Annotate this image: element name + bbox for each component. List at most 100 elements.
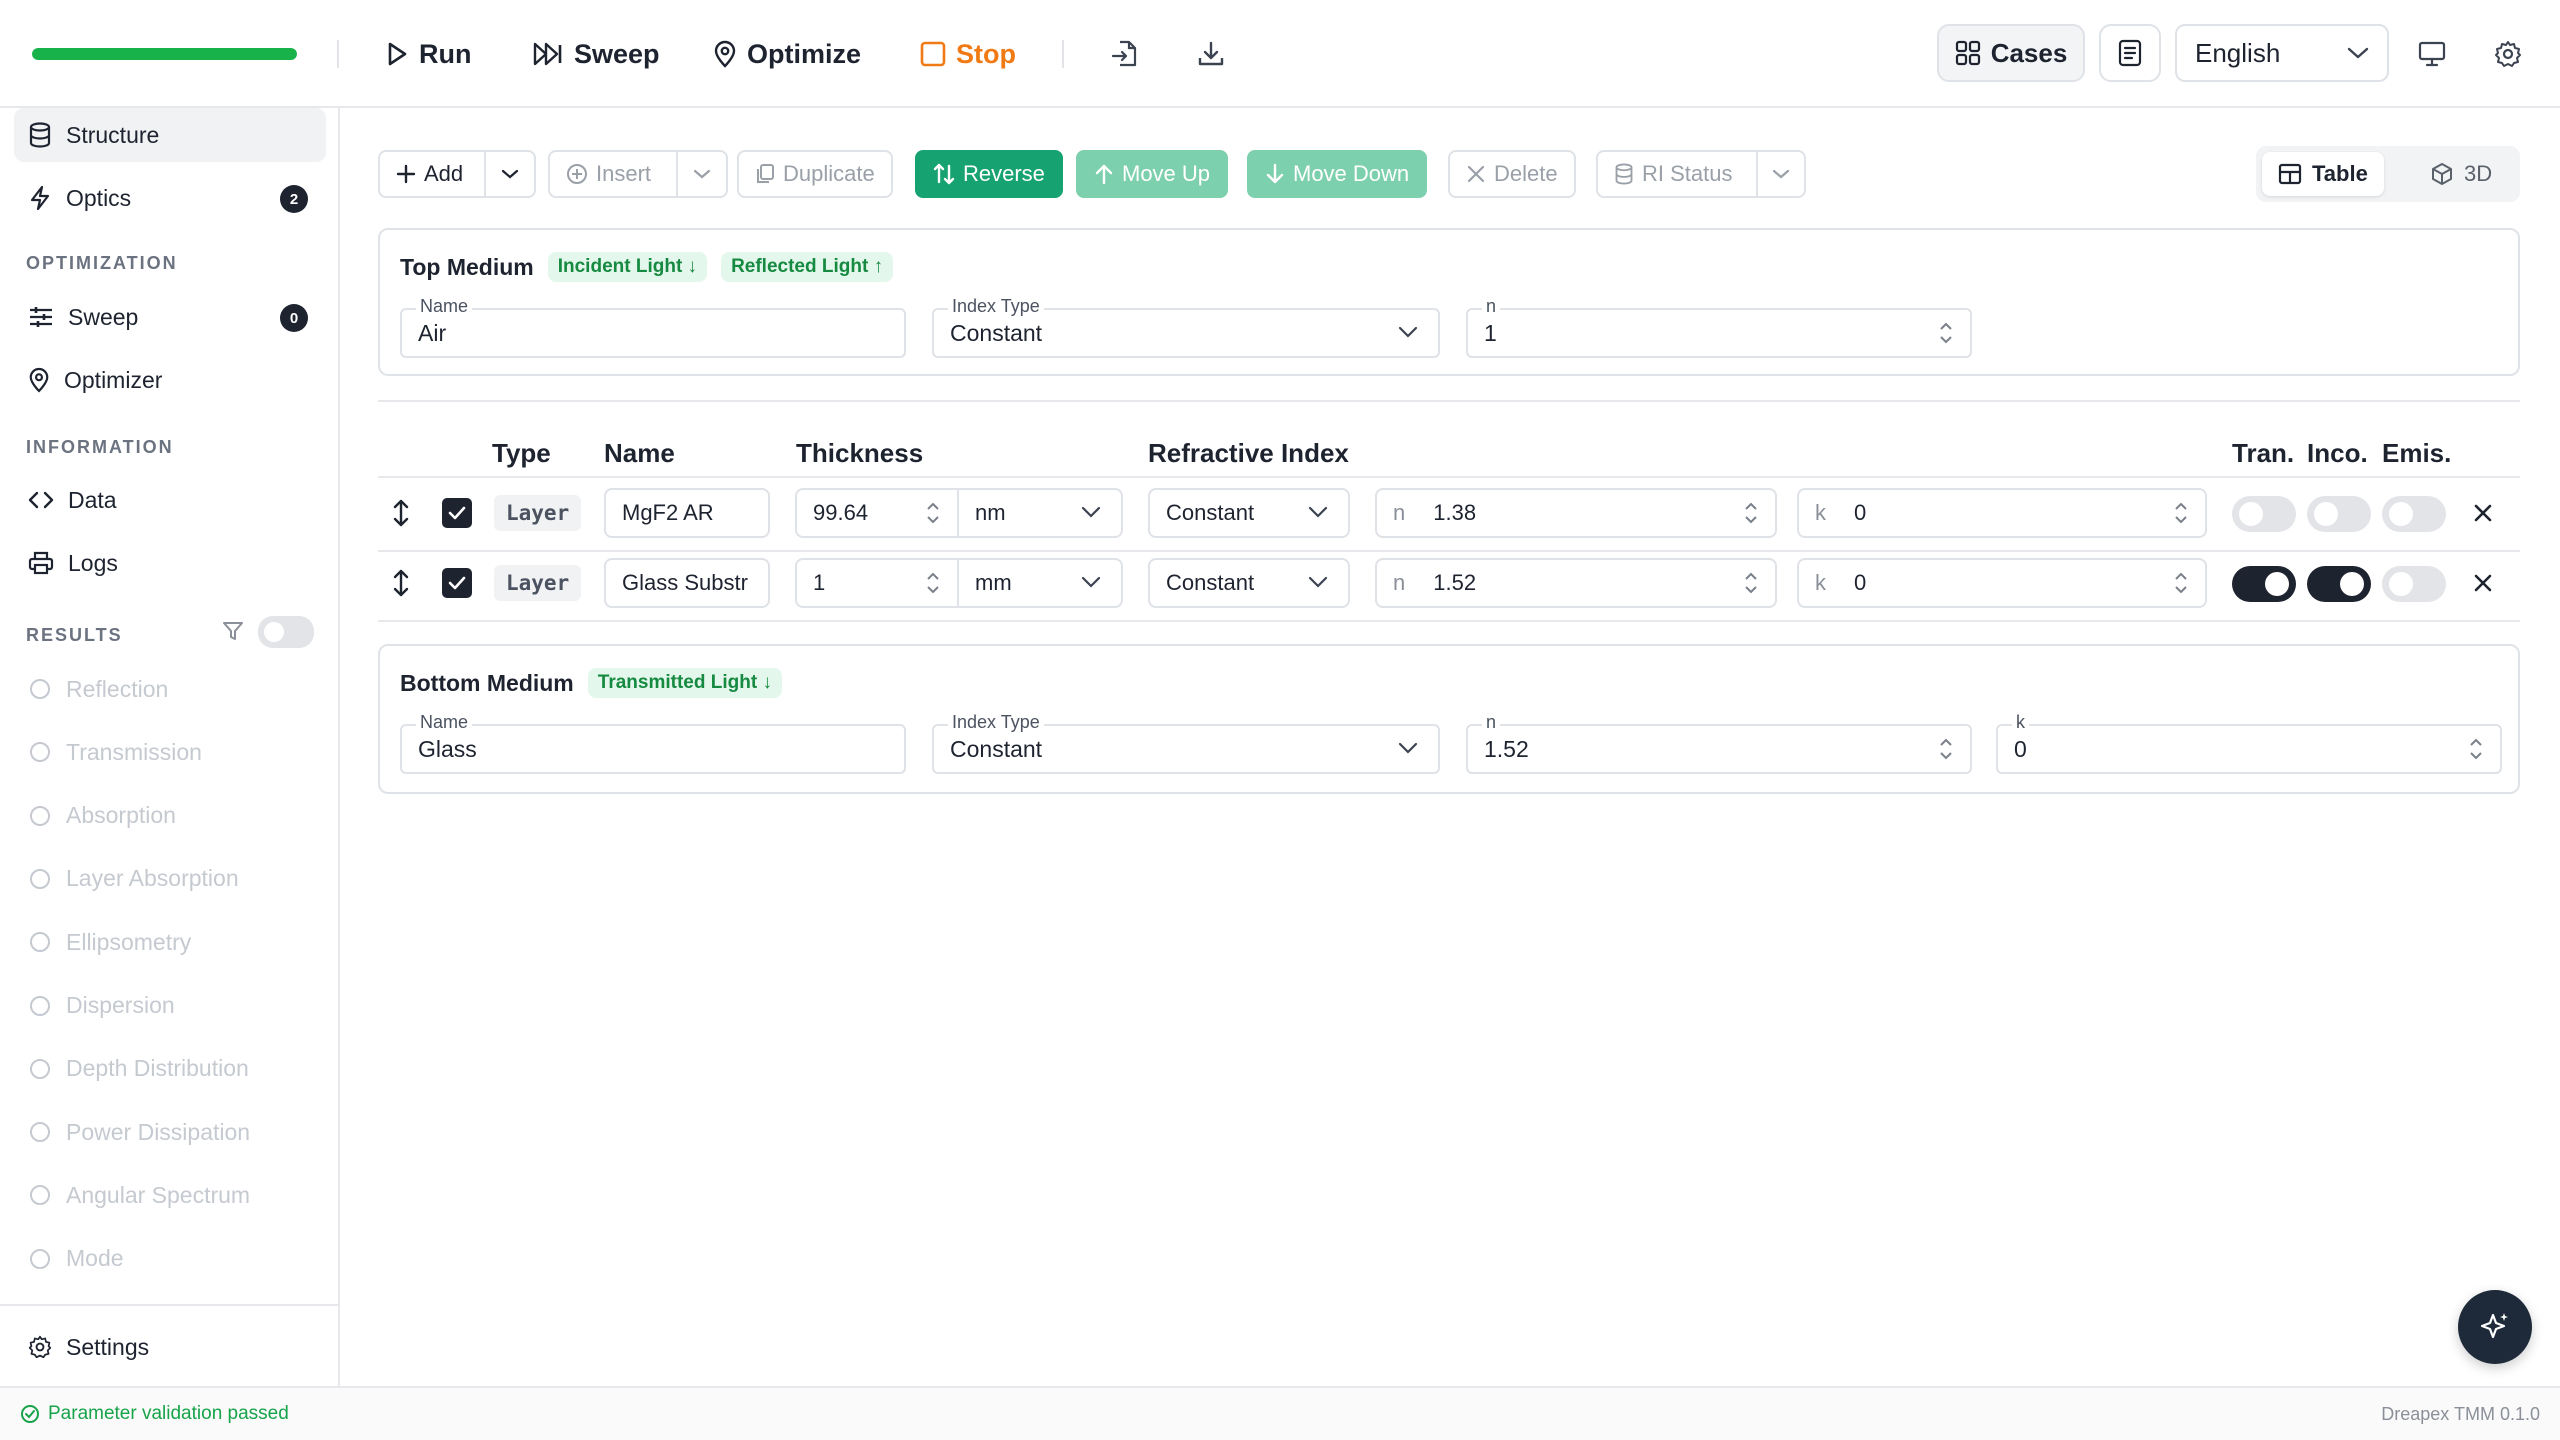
tran-toggle[interactable] xyxy=(2232,496,2296,532)
top-medium-name-field[interactable]: Name Air xyxy=(400,297,906,358)
stepper-icon[interactable] xyxy=(1743,498,1759,528)
drag-handle-icon[interactable] xyxy=(390,498,412,528)
sidebar-item-structure[interactable]: Structure xyxy=(14,108,326,162)
stop-button[interactable]: Stop xyxy=(920,30,1016,78)
sidebar-item-optimizer[interactable]: Optimizer xyxy=(14,353,326,407)
duplicate-button[interactable]: Duplicate xyxy=(737,150,893,198)
stepper-icon[interactable] xyxy=(2173,568,2189,598)
layer-name-input[interactable]: Glass Substr xyxy=(604,558,770,608)
bottom-medium-index-type-select[interactable]: Index Type Constant xyxy=(932,713,1440,774)
sweep-button[interactable]: Sweep xyxy=(532,30,660,78)
stepper-icon[interactable] xyxy=(2468,734,2484,764)
notes-button[interactable] xyxy=(2099,24,2161,82)
field-value: 1.38 xyxy=(1433,500,1477,525)
status-message: Parameter validation passed xyxy=(48,1403,289,1424)
field-value: 0 xyxy=(1854,570,1867,595)
sidebar-item-optics[interactable]: Optics 2 xyxy=(14,171,326,225)
insert-dropdown-button[interactable] xyxy=(676,150,728,198)
optimize-button[interactable]: Optimize xyxy=(713,30,861,78)
sidebar-label: Sweep xyxy=(68,303,139,330)
table-view-button[interactable]: Table xyxy=(2262,152,2384,196)
top-medium-title: Top Medium Incident Light ↓ Reflected Li… xyxy=(400,252,894,282)
stepper-icon[interactable] xyxy=(1938,734,1954,764)
stepper-icon[interactable] xyxy=(1743,568,1759,598)
display-button[interactable] xyxy=(2408,30,2456,78)
sidebar-item-transmission[interactable]: Transmission xyxy=(14,725,326,779)
sidebar-item-sweep[interactable]: Sweep 0 xyxy=(14,290,326,344)
tran-toggle[interactable] xyxy=(2232,566,2296,602)
sidebar-item-layer-absorption[interactable]: Layer Absorption xyxy=(14,852,326,906)
remove-row-icon[interactable] xyxy=(2472,502,2494,524)
sidebar-label: Angular Spectrum xyxy=(66,1181,251,1208)
sidebar-item-logs[interactable]: Logs xyxy=(14,536,326,590)
emis-toggle[interactable] xyxy=(2382,496,2446,532)
inco-toggle[interactable] xyxy=(2307,496,2371,532)
column-header-thickness: Thickness xyxy=(796,438,924,468)
thickness-input[interactable]: 1 xyxy=(795,558,959,608)
thickness-input[interactable]: 99.64 xyxy=(795,488,959,538)
move-down-button[interactable]: Move Down xyxy=(1247,150,1428,198)
n-input[interactable]: n 1.38 xyxy=(1375,488,1777,538)
layer-type-chip: Layer xyxy=(494,565,582,601)
sidebar-item-mode[interactable]: Mode xyxy=(14,1232,326,1286)
top-medium-n-field[interactable]: n 1 xyxy=(1466,297,1972,358)
insert-button[interactable]: Insert xyxy=(548,150,678,198)
reverse-button[interactable]: Reverse xyxy=(915,150,1063,198)
sidebar-item-angular-spectrum[interactable]: Angular Spectrum xyxy=(14,1168,326,1222)
download-button[interactable] xyxy=(1187,30,1235,78)
language-select[interactable]: English xyxy=(2175,24,2389,82)
cases-button[interactable]: Cases xyxy=(1937,24,2085,82)
notes-icon xyxy=(2118,39,2142,67)
k-input[interactable]: k0 xyxy=(1797,488,2207,538)
thickness-unit-select[interactable]: mm xyxy=(957,558,1123,608)
3d-view-button[interactable]: 3D xyxy=(2414,152,2508,196)
inco-toggle[interactable] xyxy=(2307,566,2371,602)
move-up-button[interactable]: Move Up xyxy=(1076,150,1229,198)
delete-button[interactable]: Delete xyxy=(1448,150,1576,198)
sidebar-item-absorption[interactable]: Absorption xyxy=(14,789,326,843)
sidebar-item-dispersion[interactable]: Dispersion xyxy=(14,979,326,1033)
sidebar-item-depth-distribution[interactable]: Depth Distribution xyxy=(14,1042,326,1096)
emis-toggle[interactable] xyxy=(2382,566,2446,602)
insert-label: Insert xyxy=(596,161,652,186)
settings-button[interactable] xyxy=(2484,30,2532,78)
row-enabled-checkbox[interactable] xyxy=(442,568,472,598)
location-pin-icon xyxy=(713,40,737,68)
stop-label: Stop xyxy=(956,38,1016,69)
validation-status: Parameter validation passed xyxy=(20,1403,289,1425)
bottom-medium-name-field[interactable]: Name Glass xyxy=(400,713,906,774)
ri-status-dropdown-button[interactable] xyxy=(1756,150,1806,198)
import-button[interactable] xyxy=(1100,30,1148,78)
drag-handle-icon[interactable] xyxy=(390,568,412,598)
results-filter-toggle[interactable] xyxy=(258,616,314,648)
sidebar-item-ellipsometry[interactable]: Ellipsometry xyxy=(14,915,326,969)
ri-status-button[interactable]: RI Status xyxy=(1596,150,1758,198)
sidebar-item-settings[interactable]: Settings xyxy=(14,1320,326,1374)
row-enabled-checkbox[interactable] xyxy=(442,498,472,528)
run-button[interactable]: Run xyxy=(385,30,471,78)
add-button[interactable]: Add xyxy=(378,150,486,198)
sidebar-label: Layer Absorption xyxy=(66,865,239,892)
index-type-select[interactable]: Constant xyxy=(1148,488,1350,538)
top-medium-index-type-select[interactable]: Index Type Constant xyxy=(932,297,1440,358)
n-input[interactable]: n 1.52 xyxy=(1375,558,1777,608)
filter-icon[interactable] xyxy=(222,620,244,642)
stepper-icon[interactable] xyxy=(925,568,941,598)
k-input[interactable]: k0 xyxy=(1797,558,2207,608)
thickness-unit-select[interactable]: nm xyxy=(957,488,1123,538)
bottom-medium-k-field[interactable]: k 0 xyxy=(1996,713,2502,774)
sidebar-item-reflection[interactable]: Reflection xyxy=(14,662,326,716)
stepper-icon[interactable] xyxy=(925,498,941,528)
remove-row-icon[interactable] xyxy=(2472,572,2494,594)
field-label: k xyxy=(2012,713,2029,731)
sidebar-item-data[interactable]: Data xyxy=(14,473,326,527)
layer-name-input[interactable]: MgF2 AR xyxy=(604,488,770,538)
bottom-medium-n-field[interactable]: n 1.52 xyxy=(1466,713,1972,774)
add-dropdown-button[interactable] xyxy=(484,150,536,198)
transmitted-light-tag: Transmitted Light ↓ xyxy=(587,668,782,698)
stepper-icon[interactable] xyxy=(2173,498,2189,528)
sidebar-item-power-dissipation[interactable]: Power Dissipation xyxy=(14,1105,326,1159)
index-type-select[interactable]: Constant xyxy=(1148,558,1350,608)
ai-assistant-button[interactable] xyxy=(2458,1290,2532,1364)
stepper-icon[interactable] xyxy=(1938,318,1954,348)
